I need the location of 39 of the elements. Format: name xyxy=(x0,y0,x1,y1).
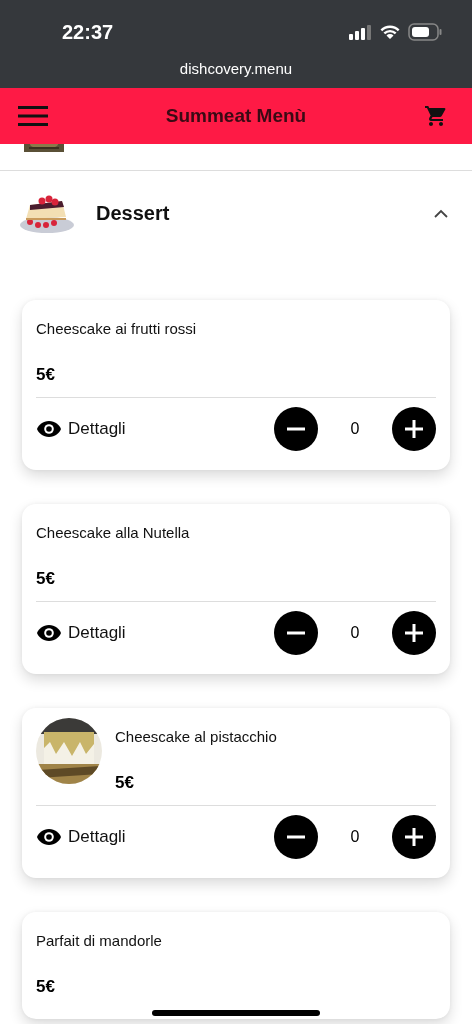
minus-button[interactable] xyxy=(274,815,318,859)
details-link[interactable]: Dettagli xyxy=(36,623,126,643)
eye-icon xyxy=(36,828,62,846)
minus-icon xyxy=(287,631,305,635)
minus-icon xyxy=(287,835,305,839)
dish-price: 5€ xyxy=(36,977,56,997)
details-link[interactable]: Dettagli xyxy=(36,419,126,439)
signal-icon xyxy=(348,24,372,40)
plus-button[interactable] xyxy=(392,407,436,451)
wifi-icon xyxy=(379,24,401,40)
header-title: Summeat Menù xyxy=(165,105,307,127)
menu-icon[interactable] xyxy=(18,105,48,127)
plus-icon xyxy=(405,420,423,438)
plus-icon xyxy=(405,624,423,642)
quantity-value: 0 xyxy=(349,828,361,846)
dish-name: Cheescake al pistacchio xyxy=(115,728,277,745)
dish-name: Cheescake ai frutti rossi xyxy=(36,320,197,337)
minus-button[interactable] xyxy=(274,611,318,655)
clock-time: 22:37 xyxy=(62,20,114,44)
url-text[interactable]: dishcovery.menu xyxy=(179,60,293,77)
eye-icon xyxy=(36,420,62,438)
dish-name: Cheescake alla Nutella xyxy=(36,524,190,541)
cart-icon[interactable] xyxy=(424,104,448,128)
dish-name: Parfait di mandorle xyxy=(36,932,162,949)
plus-icon xyxy=(405,828,423,846)
quantity-value: 0 xyxy=(349,420,361,438)
dish-price: 5€ xyxy=(36,365,56,385)
dish-price: 5€ xyxy=(115,773,135,793)
category-header[interactable]: Dessert xyxy=(0,171,472,255)
battery-icon xyxy=(408,23,442,41)
category-title: Dessert xyxy=(96,201,171,225)
quantity-value: 0 xyxy=(349,624,361,642)
plus-button[interactable] xyxy=(392,611,436,655)
minus-button[interactable] xyxy=(274,407,318,451)
details-link[interactable]: Dettagli xyxy=(36,827,126,847)
plus-button[interactable] xyxy=(392,815,436,859)
dish-price: 5€ xyxy=(36,569,56,589)
eye-icon xyxy=(36,624,62,642)
minus-icon xyxy=(287,427,305,431)
